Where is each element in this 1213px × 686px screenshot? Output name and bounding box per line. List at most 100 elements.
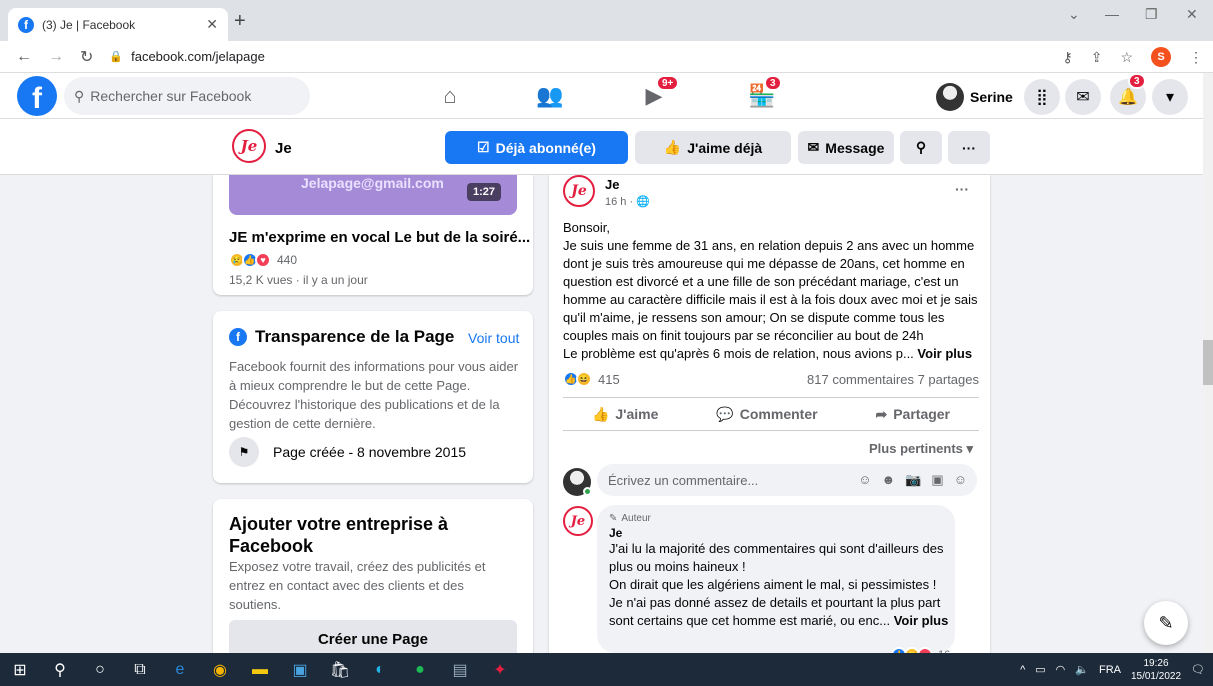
page-logo[interactable]: Je bbox=[232, 129, 266, 163]
file-explorer-icon[interactable]: ▬ bbox=[240, 653, 280, 686]
forward-arrow-icon[interactable]: → bbox=[48, 48, 64, 66]
share-icon[interactable]: ⇪ bbox=[1091, 49, 1103, 66]
post-actions: 👍 J'aime 💬 Commenter ➦ Partager bbox=[563, 397, 979, 431]
marketplace-icon[interactable]: 🏪 3 bbox=[742, 75, 782, 113]
video-title[interactable]: JE m'exprime en vocal Le but de la soiré… bbox=[229, 229, 530, 246]
video-thumbnail[interactable]: Jelapage@gmail.com 1:27 bbox=[229, 175, 517, 215]
windows-start-icon[interactable]: ⊞ bbox=[0, 653, 40, 686]
notification-center-icon[interactable]: 🗨 bbox=[1191, 663, 1205, 676]
store-icon[interactable]: 🛍 bbox=[320, 653, 360, 686]
menu-grid-icon[interactable]: ⣿ bbox=[1024, 79, 1060, 115]
key-icon[interactable]: ⚷ bbox=[1062, 49, 1072, 66]
browser-menu-icon[interactable]: ⋮ bbox=[1189, 49, 1203, 66]
share-button[interactable]: ➦ Partager bbox=[875, 406, 950, 423]
comment-placeholder: Écrivez un commentaire... bbox=[608, 472, 759, 488]
reply-see-more-link[interactable]: Voir plus bbox=[894, 613, 949, 628]
video-card[interactable]: Jelapage@gmail.com 1:27 JE m'exprime en … bbox=[213, 175, 533, 295]
profile-avatar[interactable]: S bbox=[1151, 47, 1171, 67]
language-indicator[interactable]: FRA bbox=[1099, 664, 1121, 676]
minimize-button[interactable]: — bbox=[1105, 6, 1119, 22]
author-badge: ✎ Auteur bbox=[609, 513, 943, 524]
search-icon[interactable]: ⚲ bbox=[40, 653, 80, 686]
notifications-badge: 3 bbox=[1128, 73, 1146, 89]
post-see-more-link[interactable]: Voir plus bbox=[917, 346, 972, 361]
cortana-icon[interactable]: ○ bbox=[80, 653, 120, 686]
reply-author-name[interactable]: Je bbox=[609, 526, 943, 540]
video-reactions[interactable]: 😢 👍 ♥ 440 bbox=[229, 252, 297, 268]
comment-sort-dropdown[interactable]: Plus pertinents ▾ bbox=[869, 441, 973, 457]
messenger-icon[interactable]: ✉ bbox=[1065, 79, 1101, 115]
friends-icon[interactable]: 👥 bbox=[530, 79, 570, 113]
chrome-icon[interactable]: ◉ bbox=[200, 653, 240, 686]
page-search-button[interactable]: ⚲ bbox=[900, 131, 942, 164]
search-icon: ⚲ bbox=[74, 87, 85, 104]
task-view-icon[interactable]: ⧉ bbox=[120, 653, 160, 686]
thumbnail-email: Jelapage@gmail.com bbox=[301, 175, 444, 191]
facebook-logo-icon[interactable]: f bbox=[17, 76, 57, 116]
sticker-icon[interactable]: ☺ bbox=[954, 472, 967, 488]
video-reaction-count: 440 bbox=[277, 253, 298, 267]
user-profile-chip[interactable]: Serine bbox=[936, 83, 1013, 111]
like-button[interactable]: 👍 J'aime bbox=[592, 406, 658, 423]
post-reaction-count[interactable]: 415 bbox=[598, 372, 620, 387]
message-button[interactable]: ✉ Message bbox=[798, 131, 894, 164]
reload-icon[interactable]: ↻ bbox=[80, 47, 93, 67]
reply-text: J'ai lu la majorité des commentaires qui… bbox=[609, 540, 949, 630]
browser-tab[interactable]: f (3) Je | Facebook ✕ bbox=[8, 8, 228, 41]
post-time-text: 16 h · bbox=[605, 196, 637, 208]
comment-sort-label: Plus pertinents bbox=[869, 441, 963, 456]
subscribed-button[interactable]: ☑ Déjà abonné(e) bbox=[445, 131, 628, 164]
avatar-sticker-icon[interactable]: ☺ bbox=[858, 472, 871, 488]
check-icon: ☑ bbox=[477, 139, 490, 155]
new-tab-button[interactable]: + bbox=[234, 10, 246, 33]
comment-input[interactable]: Écrivez un commentaire... ☺ ☻ 📷 ▣ ☺ bbox=[597, 464, 977, 496]
tab-search-icon[interactable]: ⌄ bbox=[1068, 6, 1080, 23]
new-message-button[interactable]: ✎ bbox=[1144, 601, 1188, 645]
comment-label: Commenter bbox=[739, 406, 818, 422]
close-tab-icon[interactable]: ✕ bbox=[206, 16, 218, 33]
spotify-icon[interactable]: ● bbox=[400, 653, 440, 686]
more-options-button[interactable]: ··· bbox=[948, 131, 990, 164]
account-dropdown-icon[interactable]: ▾ bbox=[1152, 79, 1188, 115]
post-timestamp[interactable]: 16 h · 🌐 bbox=[605, 195, 650, 208]
liked-button[interactable]: 👍 J'aime déjà bbox=[635, 131, 791, 164]
subscribed-label: Déjà abonné(e) bbox=[495, 139, 596, 156]
back-arrow-icon[interactable]: ← bbox=[16, 48, 32, 66]
reply-author-avatar[interactable]: Je bbox=[563, 506, 593, 536]
taskbar-clock[interactable]: 19:26 15/01/2022 bbox=[1131, 657, 1181, 683]
page-transparency-card: f Transparence de la Page Voir tout Face… bbox=[213, 311, 533, 483]
url-field[interactable]: 🔒 facebook.com/jelapage bbox=[109, 49, 264, 64]
search-input[interactable]: ⚲ Rechercher sur Facebook bbox=[64, 77, 310, 115]
volume-icon[interactable]: 🔈 bbox=[1075, 663, 1089, 676]
liked-label: J'aime déjà bbox=[687, 139, 763, 156]
tray-expand-icon[interactable]: ^ bbox=[1020, 664, 1025, 676]
post-author-avatar[interactable]: Je bbox=[563, 175, 595, 207]
comment-button[interactable]: 💬 Commenter bbox=[716, 406, 817, 423]
post-author-name[interactable]: Je bbox=[605, 177, 619, 192]
thumbs-up-icon: 👍 bbox=[663, 139, 682, 155]
share-label: Partager bbox=[893, 406, 951, 422]
notifications-bell-icon[interactable]: 🔔 3 bbox=[1110, 73, 1146, 115]
emoji-icon[interactable]: ☻ bbox=[882, 472, 896, 488]
battery-icon[interactable]: ▭ bbox=[1035, 663, 1045, 676]
bookmark-star-icon[interactable]: ☆ bbox=[1120, 49, 1133, 66]
camera-icon[interactable]: 📷 bbox=[905, 472, 921, 488]
app-icon[interactable]: ✦ bbox=[480, 653, 520, 686]
tab-title: (3) Je | Facebook bbox=[42, 17, 136, 32]
post-options-icon[interactable]: ··· bbox=[955, 181, 969, 197]
close-window-button[interactable]: ✕ bbox=[1186, 6, 1198, 23]
see-all-link[interactable]: Voir tout bbox=[468, 330, 519, 346]
edge-icon[interactable]: ◐ bbox=[360, 653, 400, 686]
media-app-icon[interactable]: ▣ bbox=[280, 653, 320, 686]
notepad-icon[interactable]: ▤ bbox=[440, 653, 480, 686]
wifi-icon[interactable]: ◠ bbox=[1056, 663, 1066, 676]
edge-legacy-icon[interactable]: e bbox=[160, 653, 200, 686]
post-comments-shares[interactable]: 817 commentaires 7 partages bbox=[807, 372, 979, 387]
gif-icon[interactable]: ▣ bbox=[931, 472, 943, 488]
watch-icon[interactable]: ▶ 9+ bbox=[634, 75, 680, 113]
home-icon[interactable]: ⌂ bbox=[430, 79, 470, 113]
lock-icon: 🔒 bbox=[109, 51, 124, 63]
restore-button[interactable]: ❐ bbox=[1145, 6, 1158, 23]
scrollbar-thumb[interactable] bbox=[1203, 340, 1213, 385]
post-stats: 👍 😆 415 817 commentaires 7 partages bbox=[563, 371, 979, 387]
